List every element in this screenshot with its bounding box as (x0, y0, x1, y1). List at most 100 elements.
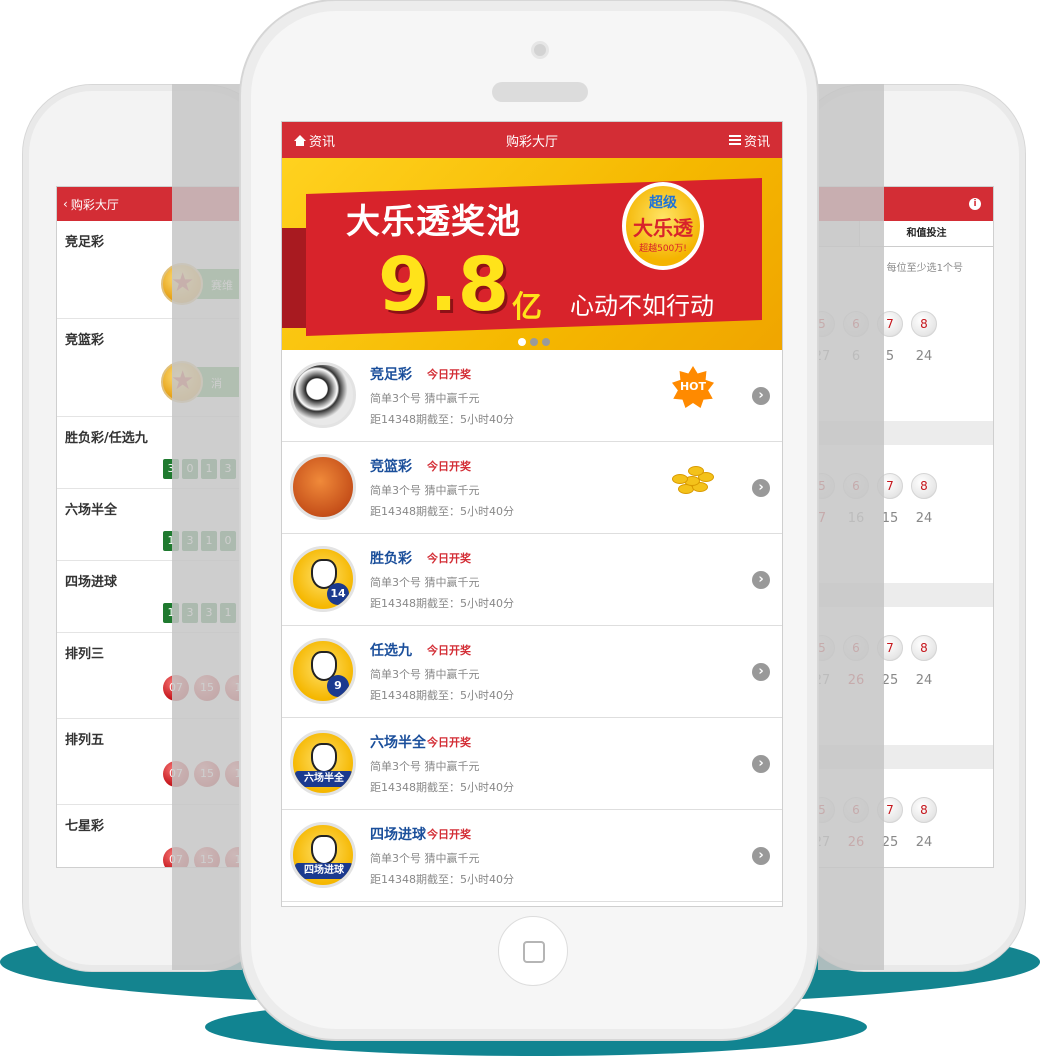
lottery-description: 简单3个号 猜中赢千元 (370, 392, 480, 405)
mascot-icon: 六场半全 (290, 730, 356, 796)
mascot-icon: 9 (290, 638, 356, 704)
lottery-name: 六场半全 (370, 735, 426, 751)
coin (688, 466, 704, 476)
lottery-description: 简单3个号 猜中赢千元 (370, 760, 480, 773)
lottery-description: 简单3个号 猜中赢千元 (370, 668, 480, 681)
page-title: 购彩大厅 (505, 134, 558, 150)
left-overlay-band (172, 84, 242, 970)
omission-count: 24 (915, 835, 933, 850)
basketball-icon (290, 454, 356, 520)
lottery-name: 竞篮彩 (370, 459, 412, 475)
number-ball[interactable]: 8 (911, 635, 937, 661)
mascot-icon: 四场进球 (290, 822, 356, 888)
logo-sub-text: 超越500万! (639, 244, 687, 254)
lottery-description: 简单3个号 猜中赢千元 (370, 576, 480, 589)
banner-slogan: 心动不如行动 (570, 292, 714, 320)
chevron-right-icon[interactable]: › (752, 755, 770, 773)
right-overlay-band (818, 84, 884, 970)
omission-count: 24 (915, 349, 933, 364)
back-label[interactable]: 购彩大厅 (71, 196, 119, 213)
news-label-left: 资讯 (309, 134, 336, 150)
lottery-item[interactable]: 竞足彩 今日开奖简单3个号 猜中赢千元距14348期截至：5小时40分 HOT › (282, 350, 782, 442)
banner-title: 大乐透奖池 (346, 202, 521, 242)
omission-count: 24 (915, 511, 933, 526)
lottery-item[interactable]: 9 任选九 今日开奖简单3个号 猜中赢千元距14348期截至：5小时40分 › (282, 626, 782, 718)
left-row-label: 四场进球 (65, 575, 118, 590)
front-phone-screen: 资讯 购彩大厅 资讯 大乐透奖池 9.8 亿 心动不如行动 超级 大乐透 超越5… (281, 121, 783, 907)
coins-icon (670, 458, 718, 498)
icon-caption: 9 (327, 675, 349, 697)
home-square-icon (523, 941, 545, 963)
left-row-label: 排列五 (65, 733, 105, 748)
coin (672, 474, 688, 484)
deadline-text: 距14348期截至：5小时40分 (370, 505, 514, 518)
lottery-item[interactable]: 六场半全 六场半全 今日开奖 简单3个号 猜中赢千元 距14348期截至：5小时40分 › (282, 718, 782, 810)
news-link-left[interactable]: 资讯 (294, 131, 335, 150)
mascot-icon: 14 (290, 546, 356, 612)
info-icon[interactable]: i (969, 198, 981, 210)
camera (531, 41, 549, 59)
lottery-item[interactable]: 四场进球 四场进球 今日开奖 简单3个号 猜中赢千元 距14348期截至：5小时40分 › (282, 810, 782, 902)
front-topbar: 资讯 购彩大厅 资讯 (282, 122, 782, 158)
news-label-right: 资讯 (743, 134, 770, 150)
deadline-text: 距14348期截至：5小时40分 (370, 413, 514, 426)
deadline-text: 距14348期截至：5小时40分 (370, 597, 514, 610)
lottery-description: 简单3个号 猜中赢千元 (370, 484, 480, 497)
chevron-right-icon[interactable]: › (752, 387, 770, 405)
speaker-grille (492, 82, 588, 102)
draw-today-tag: 今日开奖 (427, 460, 471, 473)
icon-caption: 六场半全 (295, 771, 353, 787)
number-ball[interactable]: 8 (911, 311, 937, 337)
left-row-label: 竞篮彩 (65, 333, 105, 348)
left-row-label: 七星彩 (65, 819, 105, 834)
list-icon (728, 135, 741, 145)
lottery-name: 胜负彩 (370, 551, 412, 567)
mascot-face (311, 835, 337, 865)
draw-today-tag: 今日开奖 (427, 552, 471, 565)
number-ball[interactable]: 8 (911, 797, 937, 823)
left-row-label: 六场半全 (65, 503, 118, 518)
back-icon[interactable]: ‹ (63, 197, 68, 211)
chevron-right-icon[interactable]: › (752, 479, 770, 497)
icon-caption: 四场进球 (295, 863, 353, 879)
icon-caption: 14 (327, 583, 349, 605)
home-button[interactable] (498, 916, 568, 986)
number-ball[interactable]: 8 (911, 473, 937, 499)
chevron-right-icon[interactable]: › (752, 571, 770, 589)
deadline-text: 距14348期截至：5小时40分 (370, 689, 514, 702)
omission-count: 24 (915, 673, 933, 688)
mascot-face (311, 743, 337, 773)
hot-badge: HOT (672, 366, 714, 408)
lottery-list: 竞足彩 今日开奖 简单3个号 猜中赢千元 距14348期截至：5小时40分 HOT › 竞篮… (282, 350, 782, 902)
news-link-right[interactable]: 资讯 (728, 131, 770, 150)
logo-top-text: 超级 (649, 195, 677, 211)
banner-amount: 9.8 (378, 242, 510, 328)
draw-today-tag: 今日开奖 (427, 828, 471, 841)
lottery-name: 竞足彩 (370, 367, 412, 383)
deadline-text: 距14348期截至：5小时40分 (370, 873, 514, 886)
chevron-right-icon[interactable]: › (752, 663, 770, 681)
left-row-label: 胜负彩/任选九 (65, 431, 148, 446)
draw-today-tag: 今日开奖 (427, 644, 471, 657)
chevron-right-icon[interactable]: › (752, 847, 770, 865)
left-row-label: 竞足彩 (65, 235, 105, 250)
lottery-description: 简单3个号 猜中赢千元 (370, 852, 480, 865)
deadline-text: 距14348期截至：5小时40分 (370, 781, 514, 794)
carousel-dot[interactable] (542, 338, 550, 346)
draw-today-tag: 今日开奖 (427, 736, 471, 749)
carousel-dot[interactable] (530, 338, 538, 346)
draw-today-tag: 今日开奖 (427, 368, 471, 381)
lottery-name: 任选九 (370, 643, 412, 659)
promo-banner[interactable]: 大乐透奖池 9.8 亿 心动不如行动 超级 大乐透 超越500万! (282, 158, 782, 350)
football-icon (290, 362, 356, 428)
lottery-name: 四场进球 (370, 827, 426, 843)
home-icon (294, 134, 306, 146)
carousel-dot[interactable] (518, 338, 526, 346)
daletou-logo: 超级 大乐透 超越500万! (622, 182, 704, 270)
carousel-dots (518, 338, 550, 346)
logo-main-text: 大乐透 (633, 216, 693, 240)
banner-unit: 亿 (512, 290, 542, 325)
left-row-label: 排列三 (65, 647, 105, 662)
lottery-item[interactable]: 竞篮彩 今日开奖简单3个号 猜中赢千元距14348期截至：5小时40分 › (282, 442, 782, 534)
lottery-item[interactable]: 14 胜负彩 今日开奖简单3个号 猜中赢千元距14348期截至：5小时40分 › (282, 534, 782, 626)
